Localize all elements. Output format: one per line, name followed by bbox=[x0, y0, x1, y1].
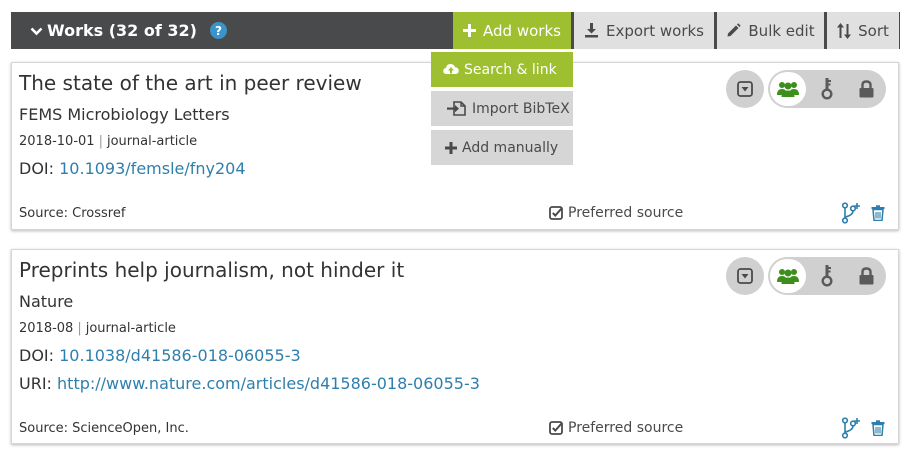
meta-separator: | bbox=[98, 134, 103, 149]
visibility-selector bbox=[768, 70, 886, 108]
visibility-everyone-option[interactable] bbox=[768, 70, 807, 108]
visibility-trusted-option[interactable] bbox=[807, 70, 846, 108]
visibility-selector bbox=[768, 257, 886, 295]
chevron-down-icon bbox=[30, 27, 43, 35]
work-title: The state of the art in peer review bbox=[19, 71, 362, 95]
pencil-icon bbox=[727, 23, 742, 37]
expand-work-button[interactable] bbox=[726, 257, 764, 295]
preferred-source-label: Preferred source bbox=[568, 420, 684, 436]
caret-square-down-icon bbox=[737, 268, 753, 284]
visibility-private-option[interactable] bbox=[847, 70, 886, 108]
sort-arrows-icon bbox=[837, 22, 852, 39]
plus-icon bbox=[445, 141, 457, 154]
cloud-upload-icon bbox=[443, 64, 459, 74]
versions-icon[interactable] bbox=[841, 417, 861, 439]
doi-link[interactable]: 10.1038/d41586-018-06055-3 bbox=[59, 346, 301, 365]
file-import-icon bbox=[447, 101, 466, 116]
work-type: journal-article bbox=[85, 321, 176, 336]
preferred-source-label: Preferred source bbox=[568, 205, 684, 221]
preferred-source: Preferred source bbox=[549, 420, 683, 436]
users-icon bbox=[776, 82, 799, 97]
key-icon bbox=[821, 265, 833, 287]
export-works-button[interactable]: Export works bbox=[574, 12, 714, 49]
menu-item-label: Add manually bbox=[462, 139, 559, 156]
users-icon bbox=[776, 269, 799, 284]
versions-icon[interactable] bbox=[841, 202, 861, 224]
menu-item-import-bibtex[interactable]: Import BibTeX bbox=[431, 91, 573, 126]
menu-item-label: Import BibTeX bbox=[472, 100, 570, 117]
doi-link[interactable]: 10.1093/femsle/fny204 bbox=[59, 159, 245, 178]
help-icon[interactable]: ? bbox=[209, 22, 227, 39]
preferred-source: Preferred source bbox=[549, 205, 683, 221]
work-journal: Nature bbox=[19, 292, 74, 311]
work-uri: URI: http://www.nature.com/articles/d415… bbox=[19, 374, 480, 393]
work-doi: DOI: 10.1038/d41586-018-06055-3 bbox=[19, 346, 301, 365]
doi-label: DOI: bbox=[19, 346, 55, 365]
download-icon bbox=[585, 23, 598, 38]
work-doi: DOI: 10.1093/femsle/fny204 bbox=[19, 159, 246, 178]
visibility-everyone-option[interactable] bbox=[768, 257, 807, 295]
visibility-private-option[interactable] bbox=[847, 257, 886, 295]
bulk-edit-button[interactable]: Bulk edit bbox=[717, 12, 824, 49]
menu-item-add-manually[interactable]: Add manually bbox=[431, 130, 573, 165]
work-title: Preprints help journalism, not hinder it bbox=[19, 258, 405, 282]
work-date: 2018-10-01 bbox=[19, 134, 95, 149]
works-toggle[interactable]: Works (32 of 32) bbox=[11, 12, 197, 49]
export-works-label: Export works bbox=[606, 21, 704, 40]
add-works-menu: Search & link Import BibTeX Add manually bbox=[431, 52, 573, 169]
caret-square-down-icon bbox=[737, 81, 753, 97]
check-square-icon bbox=[549, 421, 563, 435]
check-square-icon bbox=[549, 206, 563, 220]
menu-item-search-link[interactable]: Search & link bbox=[431, 52, 573, 87]
work-meta: 2018-08 | journal-article bbox=[19, 321, 176, 336]
bulk-edit-label: Bulk edit bbox=[748, 21, 815, 40]
expand-work-button[interactable] bbox=[726, 70, 764, 108]
lock-icon bbox=[859, 267, 874, 285]
works-header: Works (32 of 32) ? Add works Export work… bbox=[11, 12, 900, 49]
work-card: Preprints help journalism, not hinder it… bbox=[11, 249, 899, 444]
visibility-trusted-option[interactable] bbox=[807, 257, 846, 295]
uri-label: URI: bbox=[19, 374, 52, 393]
work-source: Source: Crossref bbox=[19, 206, 126, 221]
sort-label: Sort bbox=[858, 21, 889, 40]
key-icon bbox=[821, 78, 833, 100]
work-meta: 2018-10-01 | journal-article bbox=[19, 134, 197, 149]
plus-icon bbox=[463, 24, 477, 37]
meta-separator: | bbox=[77, 321, 82, 336]
doi-label: DOI: bbox=[19, 159, 55, 178]
works-title: Works (32 of 32) bbox=[47, 21, 197, 40]
uri-link[interactable]: http://www.nature.com/articles/d41586-01… bbox=[57, 374, 480, 393]
lock-icon bbox=[859, 80, 874, 98]
work-date: 2018-08 bbox=[19, 321, 74, 336]
add-works-label: Add works bbox=[483, 21, 561, 40]
work-type: journal-article bbox=[106, 134, 198, 149]
trash-icon[interactable] bbox=[871, 420, 885, 436]
trash-icon[interactable] bbox=[871, 205, 885, 221]
menu-item-label: Search & link bbox=[464, 61, 557, 78]
work-source: Source: ScienceOpen, Inc. bbox=[19, 421, 189, 436]
add-works-button[interactable]: Add works bbox=[453, 12, 571, 49]
work-journal: FEMS Microbiology Letters bbox=[19, 105, 230, 124]
sort-button[interactable]: Sort bbox=[827, 12, 899, 49]
